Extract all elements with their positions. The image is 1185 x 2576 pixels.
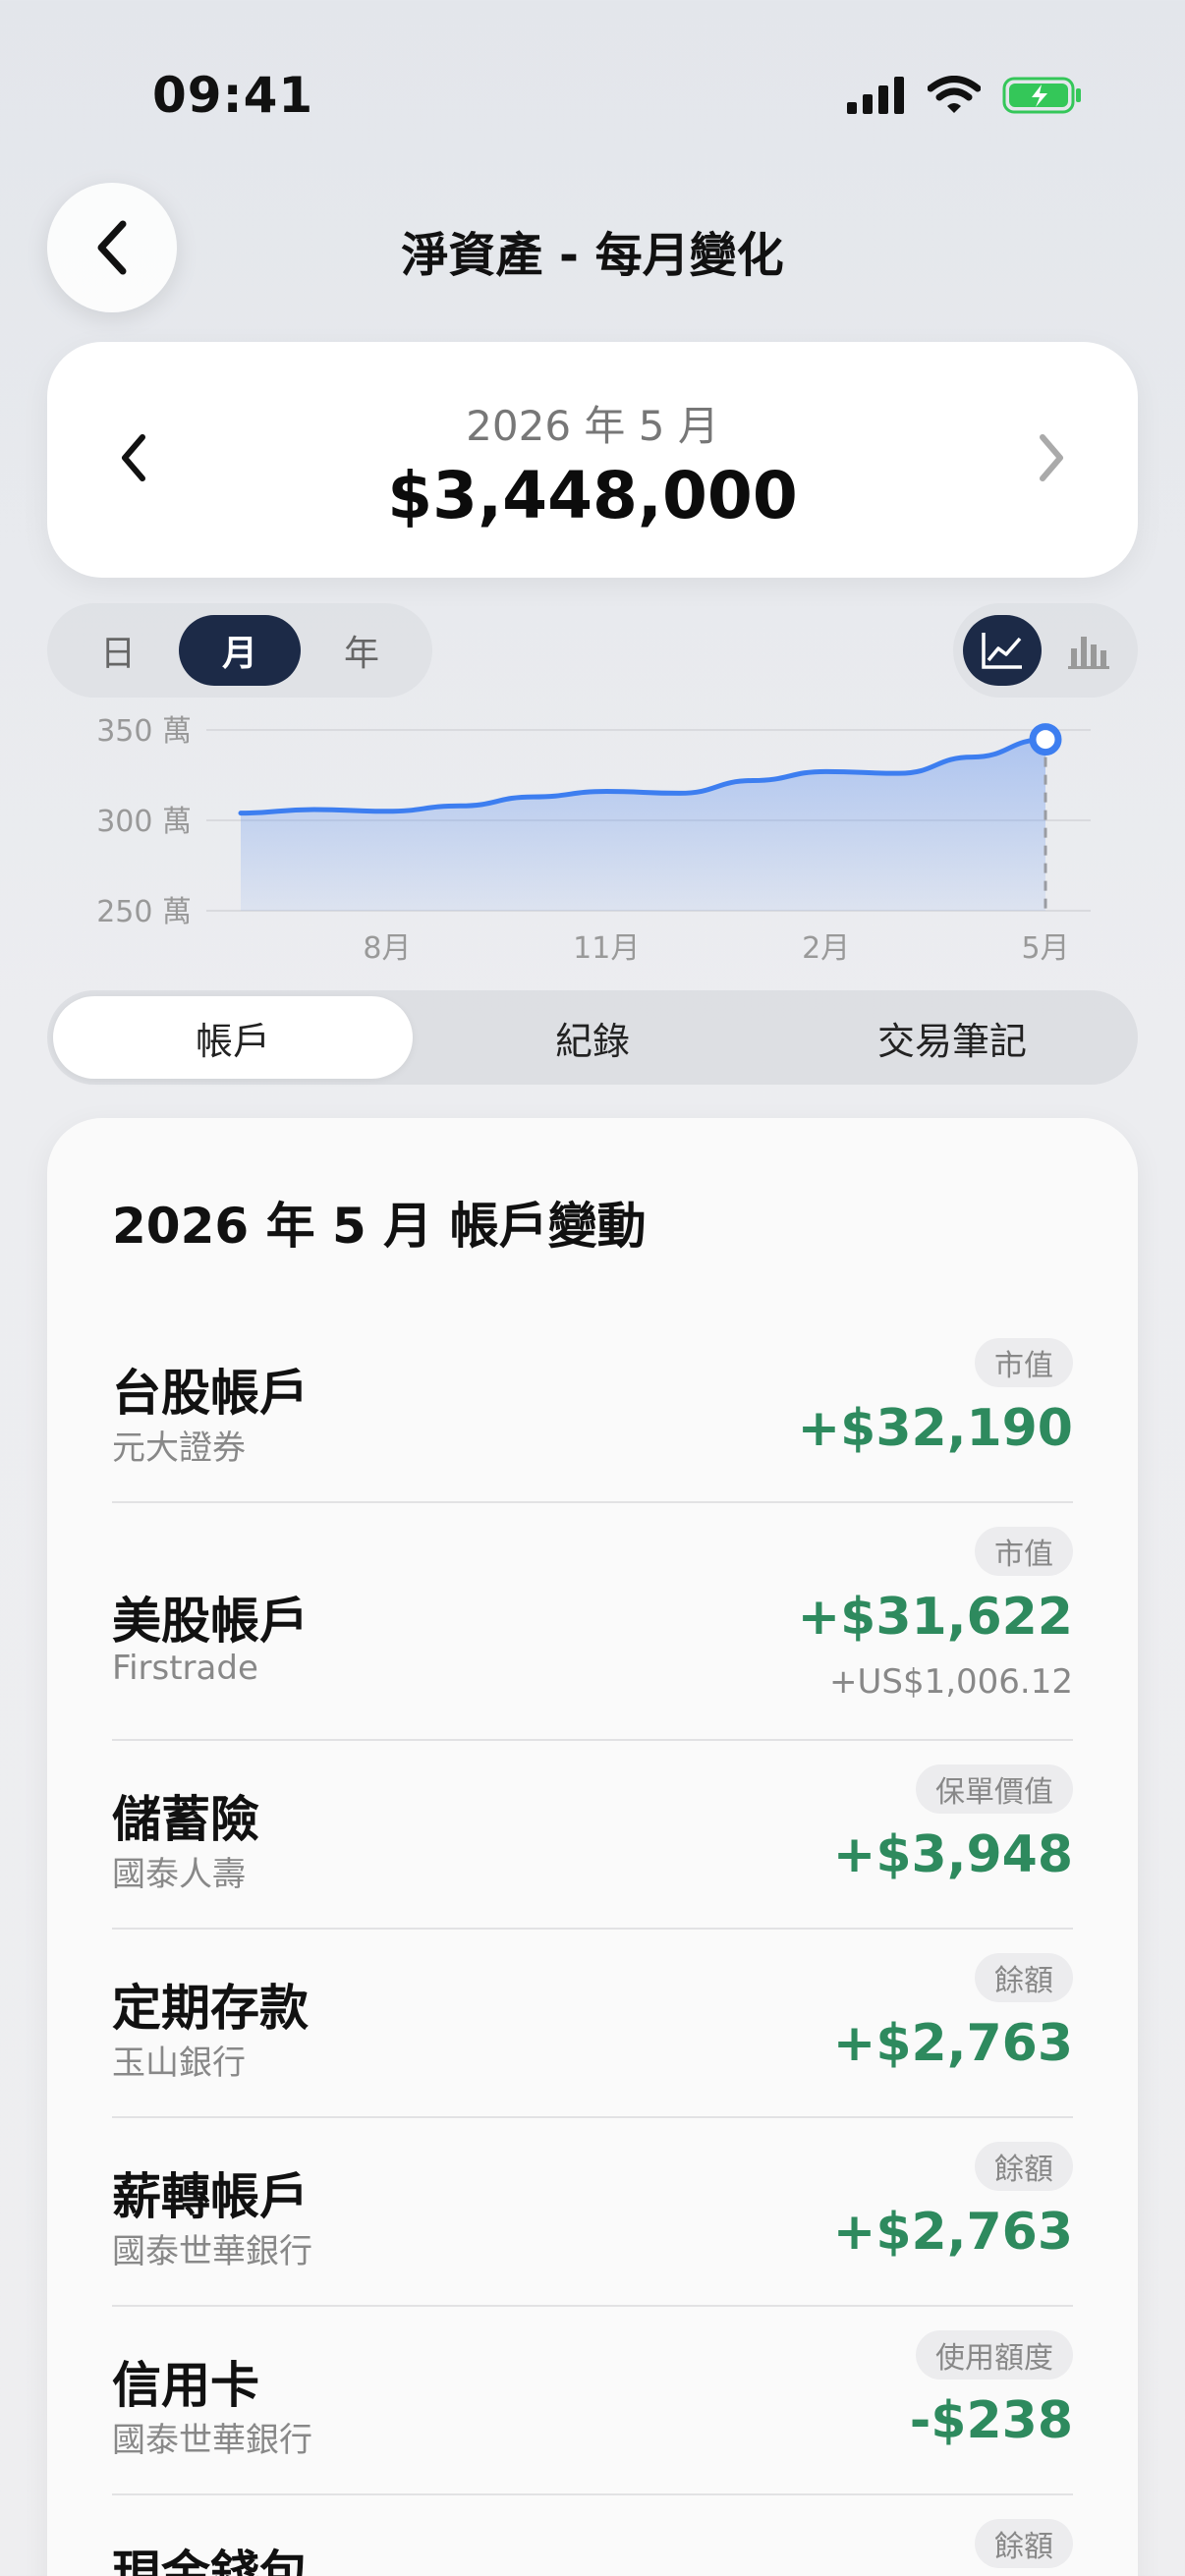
bar-chart-icon bbox=[1068, 637, 1109, 669]
account-change-amount: +$2,763 bbox=[832, 2014, 1073, 2073]
status-time: 09:41 bbox=[152, 67, 314, 124]
account-institution: 玉山銀行 bbox=[112, 2044, 246, 2083]
x-tick-label: 5月 bbox=[1021, 931, 1069, 966]
chevron-right-icon bbox=[1040, 434, 1063, 481]
value-type-badge: 使用額度 bbox=[916, 2330, 1073, 2380]
account-name: 台股帳戶 bbox=[112, 1365, 309, 1422]
account-change-foreign-amount: +US$1,006.12 bbox=[829, 1662, 1073, 1702]
account-name: 儲蓄險 bbox=[112, 1791, 259, 1848]
net-worth-chart[interactable]: 350 萬 300 萬 250 萬 8月 11月 2月 5月 bbox=[0, 707, 1185, 982]
account-institution: 國泰人壽 bbox=[112, 1855, 246, 1894]
wifi-icon bbox=[928, 76, 981, 113]
account-change-amount: +$2,763 bbox=[832, 2203, 1073, 2262]
y-tick-label: 250 萬 bbox=[96, 895, 192, 929]
period-option-year[interactable]: 年 bbox=[301, 615, 423, 686]
tab-trade-notes[interactable]: 交易筆記 bbox=[772, 996, 1132, 1079]
page-title: 淨資產 - 每月變化 bbox=[401, 228, 784, 283]
detail-tabs: 帳戶 紀錄 交易筆記 bbox=[47, 990, 1138, 1085]
value-type-badge: 餘額 bbox=[975, 2519, 1073, 2568]
chart-type-toggle bbox=[953, 603, 1138, 698]
account-row[interactable]: 美股帳戶 Firstrade 市值 +$31,622 +US$1,006.12 bbox=[112, 1503, 1073, 1741]
account-row[interactable]: 現金錢包 餘額 bbox=[112, 2495, 1073, 2576]
account-change-amount: +$3,948 bbox=[832, 1825, 1073, 1884]
account-name: 定期存款 bbox=[112, 1980, 309, 2037]
account-name: 薪轉帳戶 bbox=[112, 2168, 309, 2225]
account-changes-card: 2026 年 5 月 帳戶變動 台股帳戶 元大證券 市值 +$32,190 美股… bbox=[47, 1118, 1138, 2576]
value-type-badge: 市值 bbox=[975, 1338, 1073, 1387]
y-tick-label: 350 萬 bbox=[96, 714, 192, 749]
bar-chart-button[interactable] bbox=[1049, 615, 1128, 686]
value-type-badge: 餘額 bbox=[975, 1953, 1073, 2002]
summary-period: 2026 年 5 月 bbox=[466, 402, 719, 450]
account-name: 現金錢包 bbox=[112, 2546, 309, 2576]
x-tick-label: 2月 bbox=[802, 931, 850, 966]
account-institution: Firstrade bbox=[112, 1649, 258, 1688]
account-name: 信用卡 bbox=[112, 2357, 259, 2414]
signal-icon bbox=[847, 77, 904, 114]
net-worth-value: $3,448,000 bbox=[387, 458, 798, 533]
x-tick-label: 8月 bbox=[363, 931, 411, 966]
next-month-button[interactable] bbox=[1022, 428, 1081, 487]
tab-accounts[interactable]: 帳戶 bbox=[53, 996, 413, 1079]
account-row[interactable]: 儲蓄險 國泰人壽 保單價值 +$3,948 bbox=[112, 1741, 1073, 1930]
account-changes-title: 2026 年 5 月 帳戶變動 bbox=[112, 1198, 647, 1255]
period-option-month[interactable]: 月 bbox=[179, 615, 301, 686]
x-tick-label: 11月 bbox=[573, 931, 640, 966]
line-chart-button[interactable] bbox=[963, 615, 1042, 686]
account-institution: 元大證券 bbox=[112, 1428, 246, 1468]
account-row[interactable]: 信用卡 國泰世華銀行 使用額度 -$238 bbox=[112, 2307, 1073, 2495]
account-institution: 國泰世華銀行 bbox=[112, 2421, 312, 2460]
account-change-amount: +$32,190 bbox=[797, 1399, 1073, 1458]
account-name: 美股帳戶 bbox=[112, 1593, 309, 1650]
account-change-amount: +$31,622 bbox=[797, 1588, 1073, 1647]
account-row[interactable]: 台股帳戶 元大證券 市值 +$32,190 bbox=[112, 1315, 1073, 1503]
battery-icon bbox=[1002, 77, 1081, 114]
line-chart-icon bbox=[982, 633, 1022, 669]
tab-records[interactable]: 紀錄 bbox=[413, 996, 772, 1079]
y-tick-label: 300 萬 bbox=[96, 805, 192, 839]
value-type-badge: 保單價值 bbox=[916, 1764, 1073, 1814]
account-change-amount: -$238 bbox=[909, 2391, 1073, 2450]
series-area bbox=[241, 739, 1045, 911]
account-row[interactable]: 薪轉帳戶 國泰世華銀行 餘額 +$2,763 bbox=[112, 2118, 1073, 2307]
period-selector: 日 月 年 bbox=[47, 603, 432, 698]
value-type-badge: 餘額 bbox=[975, 2142, 1073, 2191]
period-option-day[interactable]: 日 bbox=[57, 615, 179, 686]
value-type-badge: 市值 bbox=[975, 1527, 1073, 1576]
account-row[interactable]: 定期存款 玉山銀行 餘額 +$2,763 bbox=[112, 1930, 1073, 2118]
summary-card: 2026 年 5 月 $3,448,000 bbox=[47, 342, 1138, 578]
highlight-point[interactable] bbox=[1029, 723, 1062, 756]
status-icons bbox=[847, 71, 1083, 120]
account-institution: 國泰世華銀行 bbox=[112, 2232, 312, 2271]
